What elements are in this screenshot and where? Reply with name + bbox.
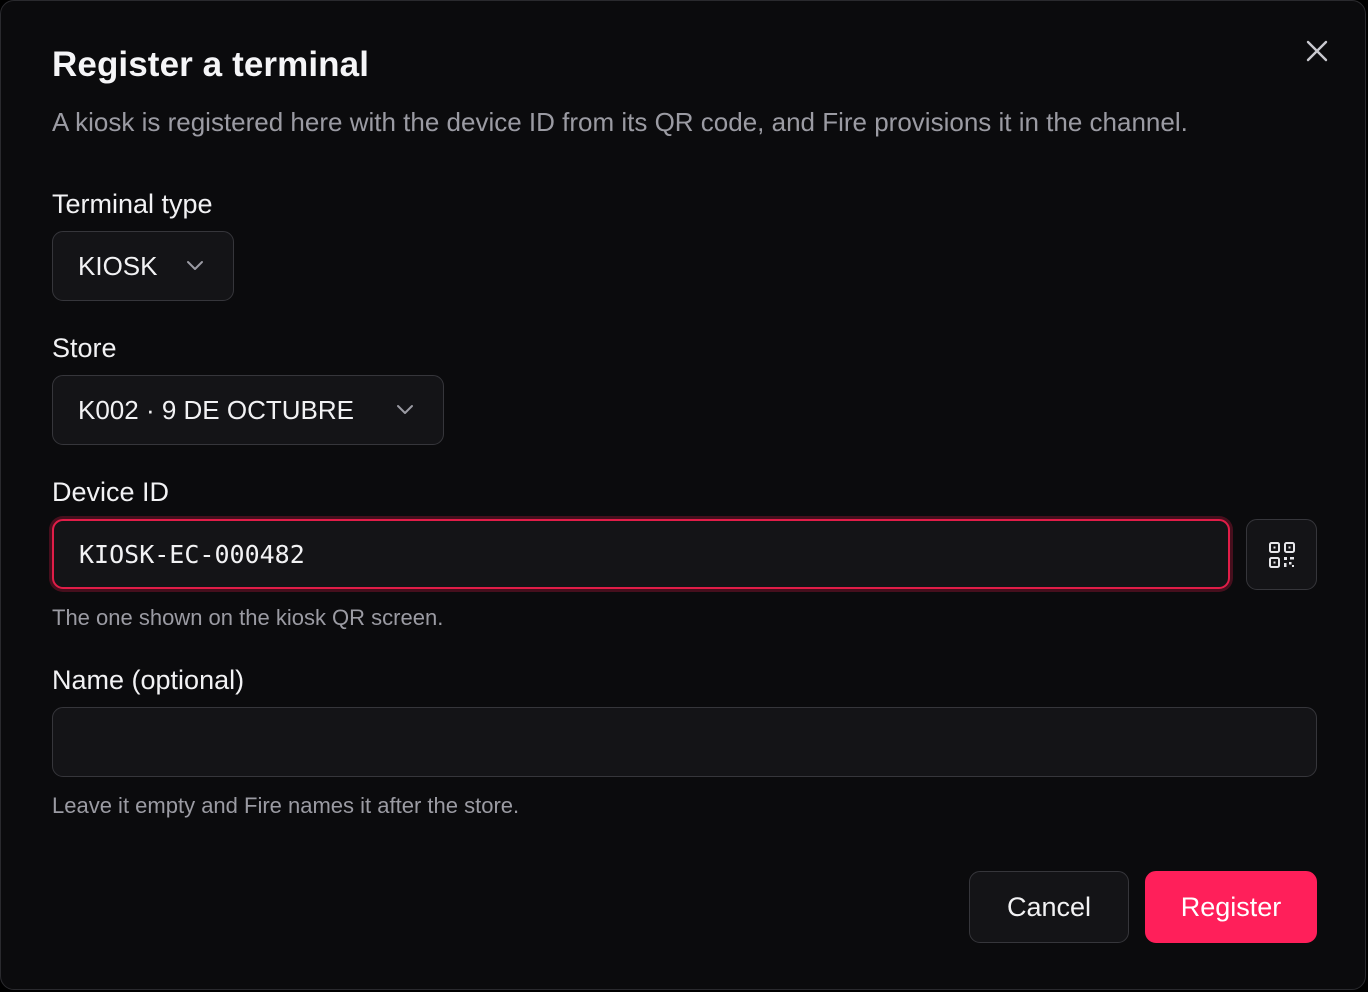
name-input[interactable]: [52, 707, 1317, 777]
register-button[interactable]: Register: [1145, 871, 1317, 943]
name-hint: Leave it empty and Fire names it after t…: [52, 793, 520, 818]
device-id-input[interactable]: [52, 519, 1230, 589]
store-value: K002 · 9 DE OCTUBRE: [78, 394, 354, 425]
cancel-button[interactable]: Cancel: [969, 871, 1129, 943]
dialog-subtitle: A kiosk is registered here with the devi…: [52, 107, 1188, 137]
device-id-label: Device ID: [52, 477, 170, 507]
store-select[interactable]: K002 · 9 DE OCTUBRE: [52, 375, 444, 445]
terminal-type-value: KIOSK: [78, 250, 158, 281]
qr-code-icon: [1268, 541, 1295, 568]
chevron-down-icon: [397, 405, 413, 414]
scan-qr-button[interactable]: [1246, 519, 1317, 590]
name-label: Name (optional): [52, 665, 245, 695]
store-label: Store: [52, 333, 117, 363]
terminal-type-select[interactable]: KIOSK: [52, 231, 234, 301]
device-id-hint: The one shown on the kiosk QR screen.: [52, 605, 444, 630]
dialog-title: Register a terminal: [52, 45, 370, 84]
close-button[interactable]: [1301, 35, 1333, 67]
terminal-type-label: Terminal type: [52, 189, 213, 219]
register-terminal-dialog: Register a terminal A kiosk is registere…: [0, 0, 1366, 990]
chevron-down-icon: [187, 261, 203, 270]
close-icon: [1306, 40, 1328, 62]
